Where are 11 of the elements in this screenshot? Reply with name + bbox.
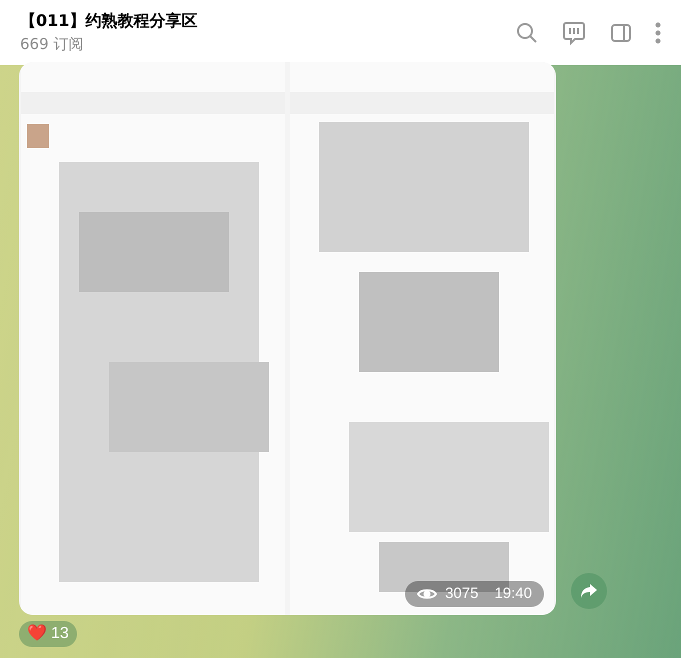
more-icon[interactable] (655, 22, 661, 44)
eye-icon (417, 587, 438, 601)
share-button[interactable] (571, 573, 607, 609)
message-time: 19:40 (494, 584, 532, 604)
comment-icon[interactable] (561, 20, 587, 46)
share-icon (580, 583, 598, 599)
reaction-button[interactable]: ❤ 13 (19, 621, 77, 647)
search-icon[interactable] (515, 20, 539, 44)
channel-title: 【011】约熟教程分享区 (20, 10, 198, 32)
view-count: 3075 (445, 584, 478, 604)
subscriber-count: 669 订阅 (20, 34, 84, 56)
